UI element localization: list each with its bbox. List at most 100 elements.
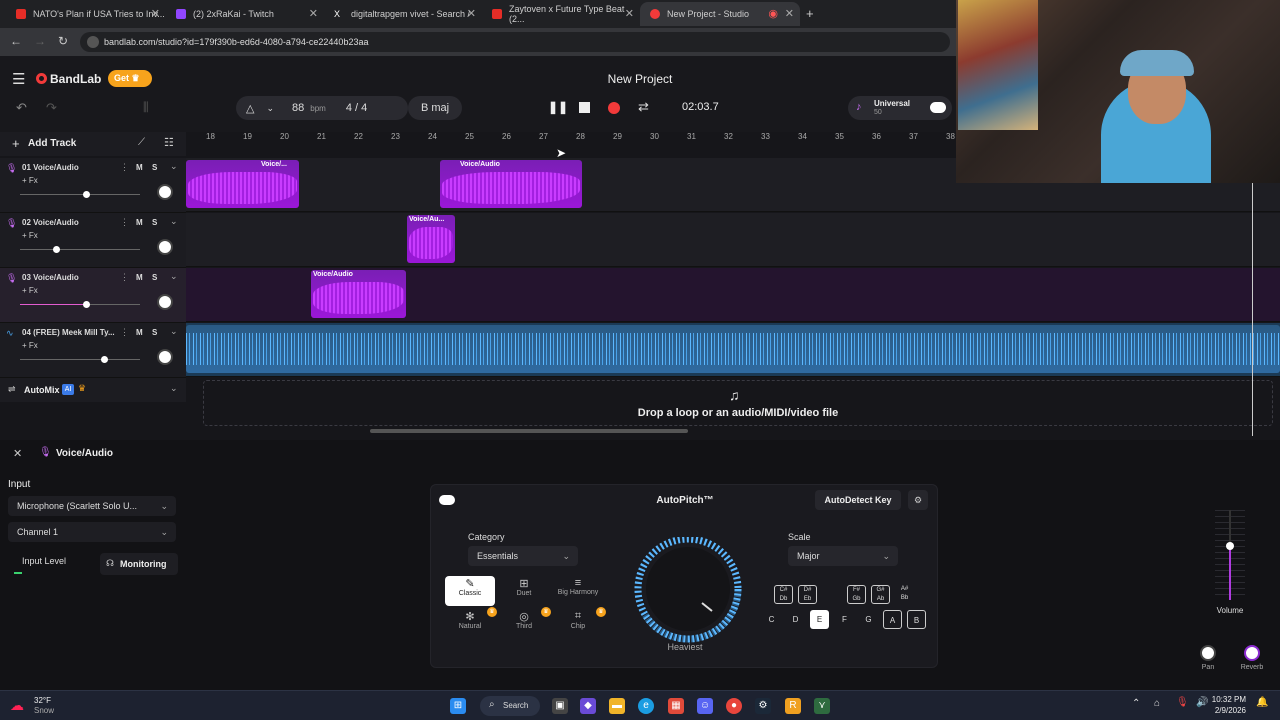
close-tab-icon[interactable]: ✕ — [151, 7, 160, 20]
file-explorer-icon[interactable]: ▬ — [609, 698, 625, 714]
browser-tab[interactable]: Xdigitaltrapgem vivet - Search / ✕ — [324, 2, 482, 26]
style-classic[interactable]: ✎ Classic — [445, 576, 495, 606]
close-tab-icon[interactable]: ✕ — [625, 7, 634, 20]
drop-zone[interactable]: ♫ Drop a loop or an audio/MIDI/video fil… — [203, 380, 1273, 426]
store-icon[interactable]: ▦ — [668, 698, 684, 714]
settings-sliders-icon[interactable]: ⚙ — [908, 490, 928, 510]
volume-slider-handle[interactable] — [101, 356, 108, 363]
key-a-sharp[interactable]: A# Bb — [895, 585, 914, 604]
undo-icon[interactable]: ↶ — [16, 100, 27, 116]
close-tab-icon[interactable]: ✕ — [467, 7, 476, 20]
rockstar-icon[interactable]: R — [785, 698, 801, 714]
close-tab-icon[interactable]: ✕ — [785, 7, 794, 20]
solo-button[interactable]: S — [152, 163, 157, 172]
time-signature[interactable]: 4 / 4 — [346, 102, 367, 114]
bpm-value[interactable]: 88 — [292, 102, 304, 114]
track-header[interactable]: 🎙 02 Voice/Audio ⋮ M S ⌄ + Fx — [0, 213, 186, 268]
mixer-icon[interactable]: ⫼ — [143, 100, 149, 115]
track-menu-icon[interactable]: ⋮ — [120, 327, 129, 338]
track-settings-icon[interactable]: ☷ — [164, 136, 174, 149]
track-menu-icon[interactable]: ⋮ — [120, 162, 129, 173]
add-fx-button[interactable]: + Fx — [22, 231, 38, 240]
track-menu-icon[interactable]: ⋮ — [120, 272, 129, 283]
audio-clip[interactable]: Voice/Audio — [440, 160, 582, 208]
browser-tab[interactable]: NATO's Plan if USA Tries to Inv... ✕ — [6, 2, 166, 26]
audio-clip[interactable]: Voice/Au... — [407, 215, 455, 263]
taskbar-search[interactable]: ⌕ Search — [480, 696, 540, 716]
autodetect-key-button[interactable]: AutoDetect Key — [815, 490, 901, 510]
track-lane-selected[interactable]: Voice/Audio — [186, 268, 1280, 322]
copilot-icon[interactable]: ◆ — [580, 698, 596, 714]
steam-icon[interactable]: ⚙ — [755, 698, 771, 714]
metronome-chevron-icon[interactable]: ⌄ — [266, 103, 274, 114]
mute-button[interactable]: M — [136, 328, 143, 337]
solo-button[interactable]: S — [152, 273, 157, 282]
chevron-down-icon[interactable]: ⌄ — [170, 271, 178, 282]
key-g[interactable]: G — [859, 610, 878, 629]
audio-clip[interactable]: Voice/Audio — [311, 270, 406, 318]
reverb-knob[interactable] — [1244, 645, 1260, 661]
volume-slider-track[interactable] — [20, 249, 140, 250]
mute-button[interactable]: M — [136, 273, 143, 282]
audio-clip[interactable] — [186, 325, 1280, 373]
key-e[interactable]: E — [810, 610, 829, 629]
input-device-select[interactable]: Microphone (Scarlett Solo U... ⌄ — [8, 496, 176, 516]
key-g-sharp[interactable]: G# Ab — [871, 585, 890, 604]
track-header-selected[interactable]: 🎙 03 Voice/Audio ⋮ M S ⌄ + Fx — [0, 268, 186, 323]
loop-icon[interactable]: ⇄ — [638, 99, 649, 115]
track-menu-icon[interactable]: ⋮ — [120, 217, 129, 228]
browser-tab[interactable]: Zaytoven x Future Type Beat (2... ✕ — [482, 2, 640, 26]
browser-tab[interactable]: (2) 2xRaKai - Twitch ✕ — [166, 2, 324, 26]
pan-knob[interactable] — [157, 239, 173, 255]
key-f[interactable]: F — [835, 610, 854, 629]
volume-slider-handle[interactable] — [83, 301, 90, 308]
horizontal-scrollbar[interactable] — [370, 429, 688, 433]
add-fx-button[interactable]: + Fx — [22, 286, 38, 295]
key-b[interactable]: B — [907, 610, 926, 629]
windows-start-icon[interactable]: ⊞ — [450, 698, 466, 714]
volume-slider-handle[interactable] — [53, 246, 60, 253]
chevron-down-icon[interactable]: ⌄ — [170, 326, 178, 337]
track-lane[interactable]: Voice/Au... — [186, 213, 1280, 267]
volume-slider-handle[interactable] — [83, 191, 90, 198]
network-icon[interactable]: ⌂ — [1154, 698, 1160, 709]
chevron-down-icon[interactable]: ⌄ — [170, 161, 178, 172]
key-f-sharp[interactable]: F# Gb — [847, 585, 866, 604]
close-panel-icon[interactable]: ✕ — [13, 447, 22, 460]
forward-icon[interactable]: → — [34, 34, 46, 48]
redo-icon[interactable]: ↷ — [46, 100, 57, 116]
channel-select[interactable]: Channel 1 ⌄ — [8, 522, 176, 542]
volume-slider-handle[interactable] — [1226, 542, 1234, 550]
close-tab-icon[interactable]: ✕ — [309, 7, 318, 20]
stop-icon[interactable] — [579, 102, 590, 113]
discord-icon[interactable]: ☺ — [697, 698, 713, 714]
monitoring-button[interactable]: ☊ Monitoring — [100, 553, 178, 575]
key-c-sharp[interactable]: C# Db — [774, 585, 793, 604]
pitch-knob[interactable] — [632, 535, 744, 647]
chevron-up-icon[interactable]: ⌃ — [1132, 698, 1140, 709]
solo-button[interactable]: S — [152, 328, 157, 337]
get-button[interactable]: Get ♛ — [108, 70, 152, 87]
menu-icon[interactable]: ☰ — [12, 70, 25, 88]
key-button[interactable]: B maj — [408, 96, 462, 120]
mute-button[interactable]: M — [136, 163, 143, 172]
app-icon[interactable]: ⋎ — [814, 698, 830, 714]
pan-knob[interactable] — [157, 349, 173, 365]
pan-knob[interactable] — [157, 184, 173, 200]
pan-knob[interactable] — [157, 294, 173, 310]
reload-icon[interactable]: ↻ — [58, 34, 68, 48]
key-a[interactable]: A — [883, 610, 902, 629]
mute-button[interactable]: M — [136, 218, 143, 227]
volume-slider-track[interactable] — [20, 194, 140, 195]
record-icon[interactable] — [608, 102, 620, 114]
instrument-toggle[interactable] — [930, 102, 946, 113]
notification-icon[interactable]: 🔔 — [1256, 697, 1268, 708]
add-fx-button[interactable]: + Fx — [22, 341, 38, 350]
edge-icon[interactable]: e — [638, 698, 654, 714]
pan-knob[interactable] — [1200, 645, 1216, 661]
instrument-selector[interactable]: ♪ Universal 50 — [848, 96, 952, 120]
browser-tab-active[interactable]: New Project - Studio ◉ ✕ — [640, 2, 800, 26]
url-field[interactable]: bandlab.com/studio?id=179f390b-ed6d-4080… — [80, 32, 950, 52]
magic-wand-icon[interactable]: ⟋ — [138, 137, 145, 148]
project-title[interactable]: New Project — [540, 72, 740, 86]
